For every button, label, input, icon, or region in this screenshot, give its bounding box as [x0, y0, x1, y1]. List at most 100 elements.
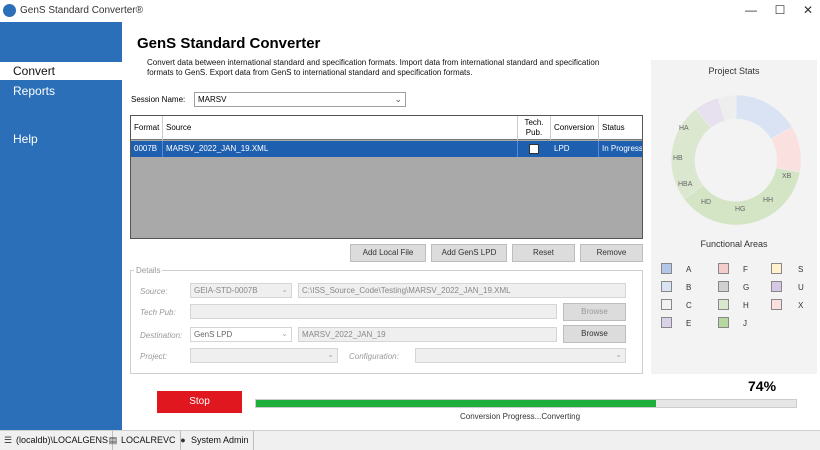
destination-browse-button[interactable]: Browse: [563, 325, 626, 343]
tech-pub-label: Tech Pub:: [140, 308, 176, 317]
column-header-status[interactable]: Status: [599, 116, 642, 140]
remove-button[interactable]: Remove: [580, 244, 643, 262]
destination-select[interactable]: GenS LPD ⌄: [190, 327, 292, 342]
project-stats-panel: Project Stats HA HB HBA HD HG HH XB Func…: [651, 60, 817, 374]
column-header-tech-pub[interactable]: Tech. Pub.: [518, 116, 551, 140]
legend-swatch-h: [718, 299, 729, 310]
legend-label-b: B: [686, 283, 692, 292]
donut-label-hg: HG: [735, 206, 746, 213]
legend-swatch-j: [718, 317, 729, 328]
legend-label-s: S: [798, 265, 804, 274]
close-button[interactable]: ✕: [798, 2, 818, 18]
source-spec-value: GEIA-STD-0007B: [194, 286, 258, 295]
legend-swatch-u: [771, 281, 782, 292]
configuration-label: Configuration:: [349, 352, 399, 361]
chevron-down-icon: ⌄: [281, 285, 288, 294]
cell-status: In Progress: [602, 144, 642, 153]
chevron-down-icon: ⌄: [281, 329, 288, 338]
column-header-source[interactable]: Source: [163, 116, 518, 140]
app-logo-icon: [3, 4, 16, 17]
window-title: GenS Standard Converter®: [20, 5, 143, 16]
details-legend: Details: [134, 266, 163, 275]
chevron-down-icon: ⌄: [327, 350, 334, 359]
legend-swatch-f: [718, 263, 729, 274]
tech-pub-checkbox[interactable]: [529, 144, 539, 154]
sidebar-item-reports[interactable]: Reports: [0, 82, 122, 100]
project-stats-donut: HA HB HBA HD HG HH XB: [670, 94, 802, 226]
stop-button[interactable]: Stop: [157, 391, 242, 413]
sidebar: Convert Reports Help: [0, 22, 122, 430]
sidebar-item-convert[interactable]: Convert: [0, 62, 122, 80]
project-stats-title: Project Stats: [708, 66, 760, 76]
reset-button[interactable]: Reset: [512, 244, 575, 262]
status-user-label: System Admin: [191, 435, 249, 445]
donut-label-hd: HD: [701, 199, 711, 206]
cell-format: 0007B: [131, 141, 163, 157]
menu-icon: ☰: [3, 435, 13, 445]
cell-source: MARSV_2022_JAN_19.XML: [163, 141, 518, 157]
legend-label-x: X: [798, 301, 804, 310]
legend-swatch-s: [771, 263, 782, 274]
table-row[interactable]: 0007B MARSV_2022_JAN_19.XML LPD In Progr…: [131, 141, 642, 157]
sidebar-item-help[interactable]: Help: [0, 130, 122, 148]
page-title: GenS Standard Converter: [137, 35, 321, 52]
destination-label: Destination:: [140, 331, 183, 340]
source-spec-select[interactable]: GEIA-STD-0007B ⌄: [190, 283, 292, 298]
progress-bar-fill: [256, 400, 656, 407]
legend-label-u: U: [798, 283, 804, 292]
title-bar: GenS Standard Converter® — ☐ ✕: [0, 0, 820, 22]
source-label: Source:: [140, 287, 168, 296]
legend-label-a: A: [686, 265, 692, 274]
configuration-select[interactable]: ⌄: [415, 348, 626, 363]
project-label: Project:: [140, 352, 168, 361]
progress-status-text: Conversion Progress...Converting: [459, 412, 581, 421]
chevron-down-icon: ⌄: [394, 94, 402, 104]
donut-label-ha: HA: [679, 125, 689, 132]
legend-swatch-c: [661, 299, 672, 310]
donut-label-hb: HB: [673, 155, 683, 162]
grid-header: Format Source Tech. Pub. Conversion Stat…: [131, 116, 642, 140]
functional-areas-title: Functional Areas: [700, 239, 768, 249]
legend-label-g: G: [743, 283, 750, 292]
status-bar: ☰ (localdb)\LOCALGENS ▤ LOCALREVC ● System …: [0, 430, 820, 450]
legend-label-h: H: [743, 301, 749, 310]
status-user[interactable]: ● System Admin: [178, 431, 254, 450]
destination-name-field[interactable]: MARSV_2022_JAN_19: [298, 327, 557, 342]
database-icon: ▤: [108, 435, 118, 445]
project-select[interactable]: ⌄: [190, 348, 338, 363]
status-database[interactable]: ▤ LOCALREVC: [108, 431, 181, 450]
status-server-label: (localdb)\LOCALGENS: [16, 435, 109, 445]
session-name-label: Session Name:: [131, 95, 186, 104]
legend-label-f: F: [743, 265, 748, 274]
add-local-file-button[interactable]: Add Local File: [350, 244, 426, 262]
destination-value: GenS LPD: [194, 330, 233, 339]
status-server[interactable]: ☰ (localdb)\LOCALGENS: [3, 431, 114, 450]
column-header-conversion[interactable]: Conversion: [551, 116, 599, 140]
legend-swatch-x: [771, 299, 782, 310]
minimize-button[interactable]: —: [741, 2, 761, 18]
cell-conversion: LPD: [551, 141, 599, 157]
source-path-field[interactable]: C:\ISS_Source_Code\Testing\MARSV_2022_JA…: [298, 283, 626, 298]
tech-pub-field[interactable]: [190, 304, 557, 319]
column-header-format[interactable]: Format: [131, 116, 163, 140]
legend-label-c: C: [686, 301, 692, 310]
add-gens-lpd-button[interactable]: Add GenS LPD: [431, 244, 507, 262]
session-name-select[interactable]: MARSV ⌄: [194, 92, 406, 107]
legend-swatch-g: [718, 281, 729, 292]
legend-label-j: J: [743, 319, 747, 328]
legend-swatch-e: [661, 317, 672, 328]
legend-swatch-b: [661, 281, 672, 292]
status-database-label: LOCALREVC: [121, 435, 176, 445]
intro-text: Convert data between international stand…: [147, 58, 600, 77]
user-icon: ●: [180, 435, 186, 445]
progress-bar: [255, 399, 797, 408]
maximize-button[interactable]: ☐: [770, 2, 790, 18]
tech-pub-browse-button[interactable]: Browse: [563, 303, 626, 321]
legend-swatch-a: [661, 263, 672, 274]
donut-label-hba: HBA: [678, 181, 693, 188]
donut-label-hh: HH: [763, 197, 773, 204]
conversion-grid[interactable]: Format Source Tech. Pub. Conversion Stat…: [130, 115, 643, 239]
donut-label-xb: XB: [782, 173, 792, 180]
session-name-value: MARSV: [198, 95, 227, 104]
progress-percent: 74%: [748, 378, 777, 394]
